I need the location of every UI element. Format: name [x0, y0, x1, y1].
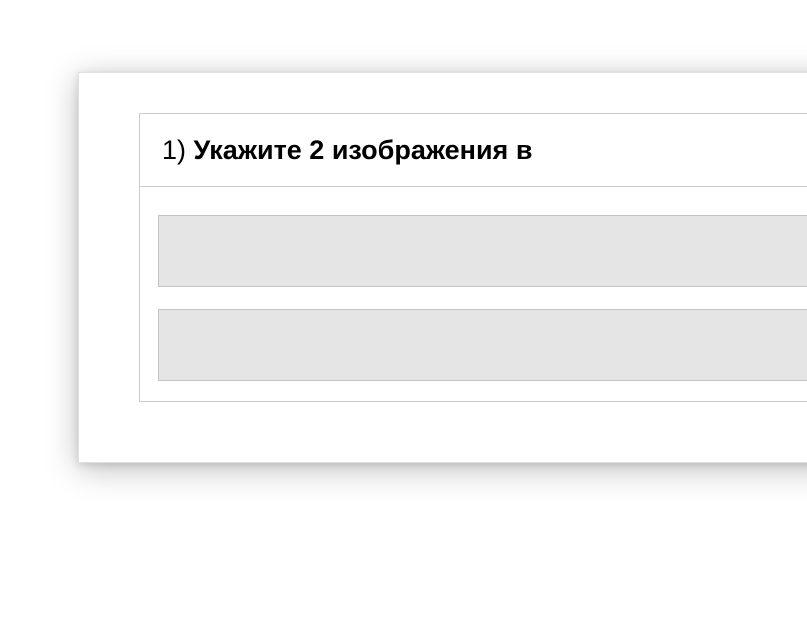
question-block: 1) Укажите 2 изображения в: [139, 113, 807, 402]
question-header: 1) Укажите 2 изображения в: [140, 114, 807, 187]
question-number: 1): [162, 135, 186, 165]
form-card: 1) Укажите 2 изображения в: [78, 72, 807, 463]
image-slot-1[interactable]: [158, 215, 807, 287]
answer-area: [140, 187, 807, 401]
question-prompt: Укажите 2 изображения в: [194, 135, 533, 165]
image-slot-2[interactable]: [158, 309, 807, 381]
